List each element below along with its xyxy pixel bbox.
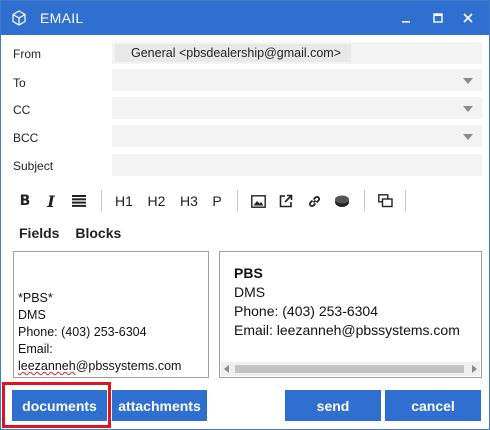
- close-icon: [463, 13, 473, 23]
- minimize-button[interactable]: [394, 7, 418, 29]
- scroll-right-icon[interactable]: [472, 365, 477, 373]
- image-icon: [250, 194, 266, 208]
- italic-button[interactable]: I: [37, 189, 65, 213]
- editor-line: *PBS*: [18, 291, 53, 305]
- toolbar-divider: [364, 190, 365, 212]
- insert-link-button[interactable]: [300, 189, 328, 213]
- editor-text: *PBS* DMS Phone: (403) 253-6304 Email: l…: [18, 290, 181, 375]
- preview-line: Email: leezanneh@pbssystems.com: [234, 322, 460, 338]
- editor-line: Email:: [18, 342, 53, 356]
- cancel-button[interactable]: cancel: [385, 390, 481, 421]
- editor-line: DMS: [18, 308, 46, 322]
- insert-block-button[interactable]: [328, 189, 356, 213]
- minimize-icon: [402, 21, 410, 23]
- preview-line: DMS: [234, 284, 266, 300]
- align-justify-button[interactable]: [65, 189, 93, 213]
- window-title: EMAIL: [40, 10, 84, 26]
- window-restore-icon: [377, 194, 393, 208]
- subject-label: Subject: [13, 159, 54, 173]
- to-label: To: [13, 76, 26, 90]
- bold-button[interactable]: B: [13, 189, 37, 213]
- send-button[interactable]: send: [285, 390, 381, 421]
- email-window: EMAIL From General <pbsdealership@gmail.…: [0, 0, 490, 430]
- cube-icon: [11, 10, 27, 26]
- bcc-field[interactable]: [112, 125, 482, 147]
- preview-name: PBS: [234, 265, 263, 281]
- maximize-icon: [433, 13, 443, 23]
- cc-label: CC: [13, 103, 31, 117]
- tab-blocks[interactable]: Blocks: [75, 225, 121, 241]
- from-label: From: [13, 47, 41, 61]
- annotation-highlight: [2, 382, 111, 428]
- insert-image-button[interactable]: [244, 189, 272, 213]
- align-justify-icon: [72, 195, 86, 207]
- signature-editor[interactable]: *PBS* DMS Phone: (403) 253-6304 Email: l…: [13, 251, 209, 378]
- preview-text: PBS DMS Phone: (403) 253-6304 Email: lee…: [234, 264, 460, 340]
- scroll-left-icon[interactable]: [224, 365, 229, 373]
- title-bar[interactable]: EMAIL: [1, 1, 489, 35]
- editor-line: @pbssystems.com: [75, 359, 182, 373]
- from-sender-chip[interactable]: General <pbsdealership@gmail.com>: [115, 44, 352, 62]
- h2-button[interactable]: H2: [140, 189, 173, 213]
- horizontal-scrollbar[interactable]: [221, 362, 480, 376]
- paragraph-button[interactable]: P: [205, 189, 229, 213]
- toolbar-divider: [101, 190, 102, 212]
- external-link-icon: [279, 194, 293, 208]
- signature-preview: PBS DMS Phone: (403) 253-6304 Email: lee…: [219, 251, 482, 378]
- tab-fields[interactable]: Fields: [19, 225, 59, 241]
- toolbar-divider: [405, 190, 406, 212]
- open-external-button[interactable]: [272, 189, 300, 213]
- attachments-button[interactable]: attachments: [112, 390, 207, 421]
- chevron-down-icon[interactable]: [463, 106, 473, 112]
- close-button[interactable]: [456, 7, 480, 29]
- misspelled-word: leezanneh: [18, 359, 76, 373]
- h1-button[interactable]: H1: [108, 189, 140, 213]
- preview-line: Phone: (403) 253-6304: [234, 303, 378, 319]
- scrollbar-thumb[interactable]: [235, 365, 464, 373]
- chevron-down-icon[interactable]: [463, 78, 473, 84]
- h3-button[interactable]: H3: [173, 189, 205, 213]
- chevron-down-icon[interactable]: [463, 134, 473, 140]
- maximize-button[interactable]: [426, 7, 450, 29]
- formatting-toolbar: B I H1 H2 H3 P: [13, 188, 406, 214]
- insert-tabs: Fields Blocks: [19, 225, 133, 241]
- editor-line: Phone: (403) 253-6304: [18, 325, 147, 339]
- bcc-label: BCC: [13, 131, 39, 145]
- cc-field[interactable]: [112, 97, 482, 119]
- subject-field[interactable]: [112, 154, 482, 176]
- to-field[interactable]: [112, 69, 482, 91]
- toolbar-divider: [237, 190, 238, 212]
- database-icon: [335, 195, 349, 207]
- link-icon: [308, 195, 320, 207]
- source-view-button[interactable]: [371, 189, 399, 213]
